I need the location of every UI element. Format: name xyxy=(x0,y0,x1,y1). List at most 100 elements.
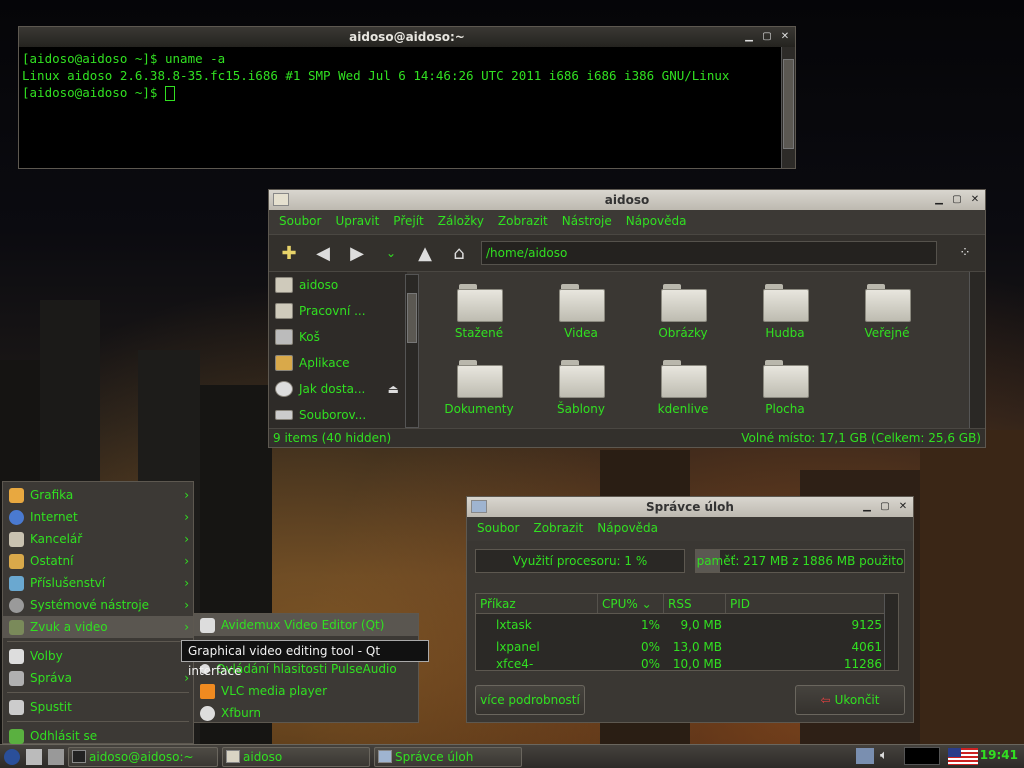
folder-item[interactable]: Stažené xyxy=(431,284,527,340)
table-row[interactable]: lxpanel 0% 13,0 MB 4061 xyxy=(476,636,898,658)
minimize-button[interactable]: ▁ xyxy=(933,190,945,210)
menu-upravit[interactable]: Upravit xyxy=(335,214,379,230)
scrollbar-thumb[interactable] xyxy=(407,293,417,343)
menu-item-other[interactable]: Ostatní › xyxy=(3,550,193,572)
menu-item-system-tools[interactable]: Systémové nástroje › xyxy=(3,594,193,616)
cpu-monitor-graph[interactable] xyxy=(904,747,940,765)
sidebar-item-applications[interactable]: Aplikace xyxy=(269,350,407,376)
new-tab-icon[interactable]: ✚ xyxy=(277,241,301,265)
minimize-button[interactable]: ▁ xyxy=(861,497,873,517)
submenu-item-vlc[interactable]: VLC media player xyxy=(194,680,418,702)
menu-item-administration[interactable]: Správa › xyxy=(3,667,193,689)
folder-item[interactable]: Šablony xyxy=(533,360,629,416)
free-space: Volné místo: 17,1 GB (Celkem: 25,6 GB) xyxy=(741,431,981,445)
folder-item[interactable]: Obrázky xyxy=(635,284,731,340)
close-button[interactable]: ✕ xyxy=(897,497,909,517)
folder-icon xyxy=(457,360,503,398)
home-folder-icon xyxy=(275,277,293,293)
menu-nastroje[interactable]: Nástroje xyxy=(562,214,612,230)
path-options-icon[interactable]: ⁘ xyxy=(953,241,977,265)
column-cpu[interactable]: CPU% ⌄ xyxy=(598,594,664,613)
menu-zobrazit[interactable]: Zobrazit xyxy=(533,521,583,537)
maximize-button[interactable]: ▢ xyxy=(951,190,963,210)
history-chevron-down-icon[interactable]: ⌄ xyxy=(379,241,403,265)
folder-item[interactable]: Videa xyxy=(533,284,629,340)
file-manager-launcher-icon[interactable] xyxy=(26,748,42,765)
column-rss[interactable]: RSS xyxy=(664,594,726,613)
menu-napoveda[interactable]: Nápověda xyxy=(597,521,658,537)
up-arrow-icon[interactable]: ▲ xyxy=(413,241,437,265)
terminal-window[interactable]: aidoso@aidoso:~ ▁ ▢ ✕ [aidoso@aidoso ~]$… xyxy=(18,26,796,169)
process-table-scrollbar[interactable] xyxy=(884,594,898,670)
sidebar-scrollbar[interactable] xyxy=(405,274,419,428)
close-button[interactable]: ✕ xyxy=(779,27,791,47)
quit-button[interactable]: ⇦ Ukončit xyxy=(795,685,905,715)
path-input[interactable]: /home/aidoso xyxy=(481,241,937,265)
menu-zalozky[interactable]: Záložky xyxy=(438,214,484,230)
taskbar-item-file-manager[interactable]: aidoso xyxy=(222,746,370,767)
sidebar-item-trash[interactable]: Koš xyxy=(269,324,407,350)
file-manager-window[interactable]: aidoso ▁ ▢ ✕ Soubor Upravit Přejít Zálož… xyxy=(268,189,986,448)
sidebar-item-disc[interactable]: Jak dosta... ⏏ xyxy=(269,376,407,402)
chevron-right-icon: › xyxy=(184,532,189,546)
folder-icon xyxy=(559,284,605,322)
sidebar-item-desktop[interactable]: Pracovní ... xyxy=(269,298,407,324)
close-button[interactable]: ✕ xyxy=(969,190,981,210)
fedora-menu-icon[interactable] xyxy=(4,748,20,765)
terminal-titlebar[interactable]: aidoso@aidoso:~ ▁ ▢ ✕ xyxy=(19,27,795,47)
preferences-icon xyxy=(9,648,24,664)
menu-item-accessories[interactable]: Příslušenství › xyxy=(3,572,193,594)
desktop-launcher-icon[interactable] xyxy=(48,748,64,765)
menu-item-graphics[interactable]: Grafika › xyxy=(3,484,193,506)
menu-prejit[interactable]: Přejít xyxy=(393,214,423,230)
sidebar-item-home[interactable]: aidoso xyxy=(269,272,407,298)
chevron-right-icon: › xyxy=(184,554,189,568)
folder-item[interactable]: Veřejné xyxy=(839,284,935,340)
folder-item[interactable]: Plocha xyxy=(737,360,833,416)
folder-icon xyxy=(763,284,809,322)
us-flag-keyboard-layout-icon[interactable] xyxy=(948,748,978,765)
menu-item-preferences[interactable]: Volby xyxy=(3,645,193,667)
menu-item-sound-video[interactable]: Zvuk a video › xyxy=(3,616,193,638)
submenu-item-avidemux[interactable]: Avidemux Video Editor (Qt) xyxy=(194,614,418,636)
avidemux-icon xyxy=(200,617,215,633)
table-row[interactable]: lxtask 1% 9,0 MB 9125 xyxy=(476,614,898,636)
folder-item[interactable]: Hudba xyxy=(737,284,833,340)
column-pid[interactable]: PID xyxy=(726,594,886,613)
eject-icon[interactable]: ⏏ xyxy=(388,382,399,396)
menu-napoveda[interactable]: Nápověda xyxy=(626,214,687,230)
menu-item-run[interactable]: Spustit xyxy=(3,696,193,718)
network-icon[interactable] xyxy=(856,748,874,764)
taskbar-item-terminal[interactable]: aidoso@aidoso:~ xyxy=(68,746,218,767)
task-manager-titlebar[interactable]: Správce úloh ▁ ▢ ✕ xyxy=(467,497,913,517)
table-row[interactable]: xfce4-screensho 0% 10,0 MB 11286 xyxy=(476,658,898,670)
folder-grid-scrollbar[interactable] xyxy=(969,272,985,430)
menu-soubor[interactable]: Soubor xyxy=(477,521,519,537)
back-arrow-icon[interactable]: ◀ xyxy=(311,241,335,265)
menu-item-internet[interactable]: Internet › xyxy=(3,506,193,528)
maximize-button[interactable]: ▢ xyxy=(761,27,773,47)
folder-item[interactable]: kdenlive xyxy=(635,360,731,416)
volume-icon[interactable]: 🔈︎ xyxy=(880,748,888,763)
home-icon[interactable]: ⌂ xyxy=(447,241,471,265)
minimize-button[interactable]: ▁ xyxy=(743,27,755,47)
scrollbar-thumb[interactable] xyxy=(783,59,794,149)
terminal-scrollbar[interactable] xyxy=(781,47,795,168)
forward-arrow-icon[interactable]: ▶ xyxy=(345,241,369,265)
column-command[interactable]: Příkaz xyxy=(476,594,598,613)
menu-item-office[interactable]: Kancelář › xyxy=(3,528,193,550)
terminal-output[interactable]: [aidoso@aidoso ~]$ uname -a Linux aidoso … xyxy=(19,47,795,104)
file-manager-titlebar[interactable]: aidoso ▁ ▢ ✕ xyxy=(269,190,985,210)
clock[interactable]: 19:41 xyxy=(980,748,1018,762)
folder-icon xyxy=(865,284,911,322)
submenu-item-xfburn[interactable]: Xfburn xyxy=(194,702,418,724)
menu-soubor[interactable]: Soubor xyxy=(279,214,321,230)
folder-item[interactable]: Dokumenty xyxy=(431,360,527,416)
task-manager-window[interactable]: Správce úloh ▁ ▢ ✕ Soubor Zobrazit Nápov… xyxy=(466,496,914,723)
menu-zobrazit[interactable]: Zobrazit xyxy=(498,214,548,230)
taskbar-item-task-manager[interactable]: Správce úloh xyxy=(374,746,522,767)
chevron-right-icon: › xyxy=(184,620,189,634)
sidebar-item-filesystem[interactable]: Souborov... xyxy=(269,402,407,428)
maximize-button[interactable]: ▢ xyxy=(879,497,891,517)
more-details-button[interactable]: více podrobností xyxy=(475,685,585,715)
